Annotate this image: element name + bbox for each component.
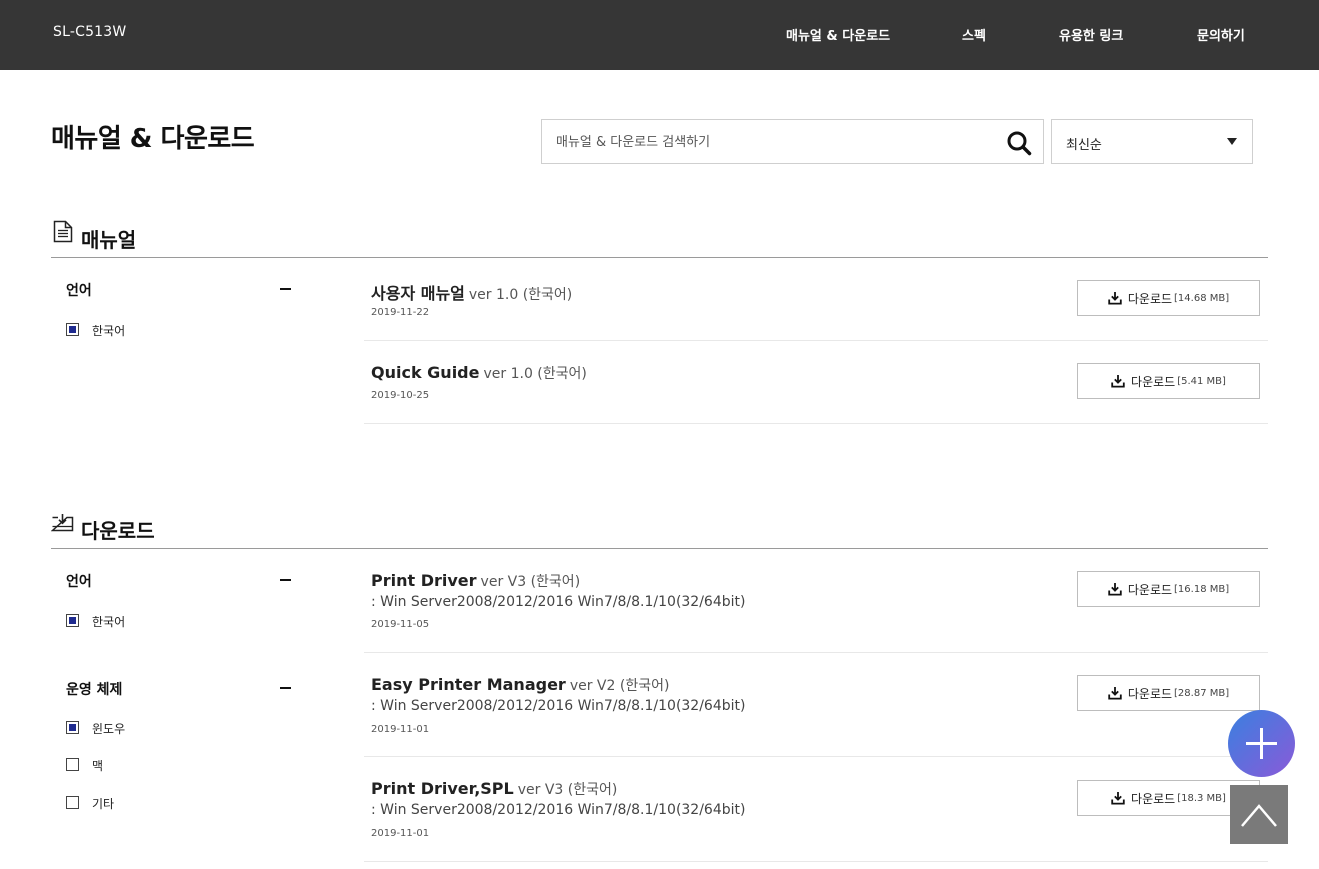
search-icon[interactable] (1006, 130, 1032, 156)
download-icon (1108, 687, 1122, 700)
item-date: 2019-11-05 (371, 619, 430, 630)
download-checkbox-korean[interactable] (66, 614, 79, 627)
download-filter-os-heading: 운영 체제 (66, 682, 123, 698)
download-item-title: Print Driver,SPL ver V3 (한국어) (371, 779, 617, 799)
scroll-top-button[interactable] (1230, 785, 1288, 844)
item-name: Print Driver (371, 571, 477, 590)
item-version: ver V3 (한국어) (480, 574, 581, 590)
item-name: Easy Printer Manager (371, 675, 566, 694)
download-checkbox-label: 한국어 (92, 615, 126, 629)
download-button-label: 다운로드 (1127, 686, 1173, 701)
manual-section-title: 매뉴얼 (81, 228, 137, 252)
manual-filter-language-heading: 언어 (66, 283, 92, 299)
item-version: ver 1.0 (한국어) (483, 366, 587, 382)
download-section-divider (51, 548, 1268, 549)
os-checkbox-label: 기타 (92, 797, 115, 811)
item-divider (364, 756, 1268, 757)
search-input[interactable] (556, 132, 996, 152)
download-button-label: 다운로드 (1131, 374, 1176, 389)
download-button-label: 다운로드 (1131, 791, 1176, 806)
download-item-title: Print Driver ver V3 (한국어) (371, 571, 580, 591)
item-os-support: : Win Server2008/2012/2016 Win7/8/8.1/10… (371, 594, 746, 610)
chevron-down-icon (1227, 138, 1237, 145)
sort-select[interactable]: 최신순 (1051, 119, 1253, 164)
file-size: [14.68 MB] (1174, 292, 1230, 304)
download-section-title: 다운로드 (81, 519, 155, 543)
manual-checkbox-korean[interactable] (66, 323, 79, 336)
top-navigation-bar: SL-C513W 매뉴얼 & 다운로드 스펙 유용한 링크 문의하기 (0, 0, 1319, 70)
nav-useful-links[interactable]: 유용한 링크 (1059, 25, 1123, 44)
item-name: Quick Guide (371, 363, 480, 382)
document-icon (53, 220, 73, 247)
collapse-minus-icon[interactable] (280, 288, 291, 290)
download-box-icon (50, 513, 74, 537)
item-name: 사용자 매뉴얼 (371, 284, 465, 303)
nav-manual-download[interactable]: 매뉴얼 & 다운로드 (786, 25, 890, 44)
sort-selected-value: 최신순 (1066, 138, 1102, 153)
file-size: [18.3 MB] (1177, 792, 1226, 804)
collapse-minus-icon[interactable] (280, 687, 291, 689)
os-checkbox-other[interactable] (66, 796, 79, 809)
manual-section-divider (51, 257, 1268, 258)
os-checkbox-windows[interactable] (66, 721, 79, 734)
download-icon (1111, 792, 1125, 805)
download-button[interactable]: 다운로드 [16.18 MB] (1077, 571, 1260, 607)
file-size: [16.18 MB] (1174, 583, 1230, 595)
item-divider (364, 340, 1268, 341)
item-name: Print Driver,SPL (371, 779, 514, 798)
file-size: [5.41 MB] (1177, 375, 1226, 387)
item-divider (364, 861, 1268, 862)
download-button[interactable]: 다운로드 [5.41 MB] (1077, 363, 1260, 399)
item-date: 2019-11-22 (371, 307, 430, 318)
download-button-label: 다운로드 (1127, 291, 1173, 306)
item-os-support: : Win Server2008/2012/2016 Win7/8/8.1/10… (371, 802, 746, 818)
item-divider (364, 652, 1268, 653)
download-button[interactable]: 다운로드 [14.68 MB] (1077, 280, 1260, 316)
nav-spec[interactable]: 스펙 (962, 25, 986, 44)
collapse-minus-icon[interactable] (280, 579, 291, 581)
os-checkbox-label: 윈도우 (92, 722, 126, 736)
os-checkbox-mac[interactable] (66, 758, 79, 771)
download-filter-language-heading: 언어 (66, 574, 92, 590)
item-date: 2019-11-01 (371, 724, 430, 735)
nav-contact[interactable]: 문의하기 (1197, 25, 1245, 44)
model-name: SL-C513W (53, 24, 127, 40)
item-version: ver V3 (한국어) (517, 782, 618, 798)
item-date: 2019-11-01 (371, 828, 430, 839)
page-title: 매뉴얼 & 다운로드 (51, 124, 255, 154)
item-date: 2019-10-25 (371, 390, 430, 401)
item-os-support: : Win Server2008/2012/2016 Win7/8/8.1/10… (371, 698, 746, 714)
manual-checkbox-label: 한국어 (92, 324, 126, 338)
os-checkbox-label: 맥 (92, 759, 104, 773)
download-button-label: 다운로드 (1127, 582, 1173, 597)
item-version: ver 1.0 (한국어) (468, 287, 573, 303)
manual-item-title: 사용자 매뉴얼 ver 1.0 (한국어) (371, 280, 572, 304)
plus-icon[interactable] (1228, 710, 1295, 777)
manual-item-title: Quick Guide ver 1.0 (한국어) (371, 363, 587, 383)
item-divider (364, 423, 1268, 424)
download-item-title: Easy Printer Manager ver V2 (한국어) (371, 675, 669, 695)
file-size: [28.87 MB] (1174, 687, 1230, 699)
item-version: ver V2 (한국어) (569, 678, 670, 694)
arrow-up-icon (1241, 804, 1277, 827)
download-button[interactable]: 다운로드 [28.87 MB] (1077, 675, 1260, 711)
download-icon (1111, 375, 1125, 388)
download-icon (1108, 583, 1122, 596)
download-icon (1108, 292, 1122, 305)
search-box (541, 119, 1044, 164)
